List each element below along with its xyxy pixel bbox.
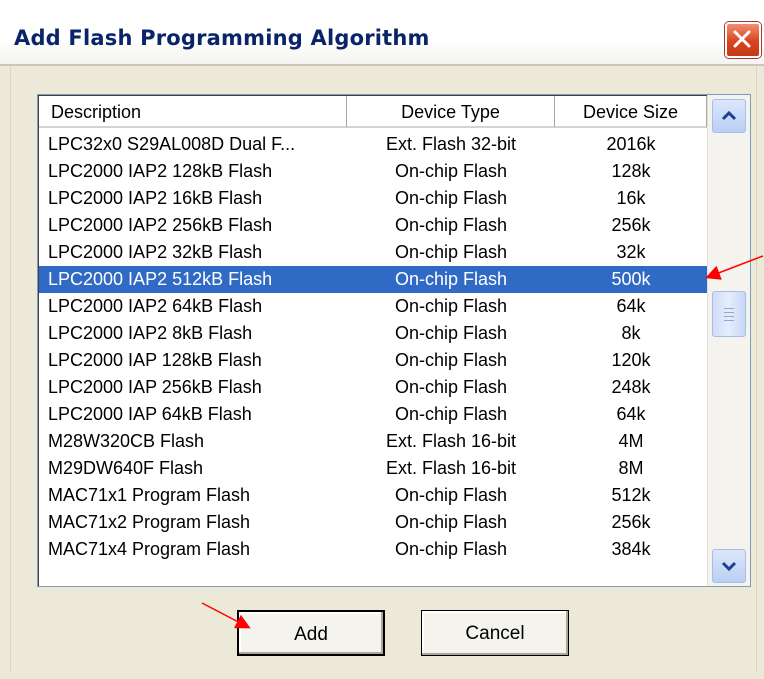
dialog-title: Add Flash Programming Algorithm	[14, 26, 430, 50]
row-device-type: On-chip Flash	[394, 377, 508, 397]
row-device-size: 16k	[616, 188, 646, 208]
row-device-type: On-chip Flash	[394, 512, 508, 532]
row-device-type: On-chip Flash	[394, 242, 508, 262]
row-device-size: 64k	[616, 404, 646, 424]
column-header-device-size[interactable]: Device Size	[555, 96, 707, 128]
row-device-size: 248k	[611, 377, 651, 397]
row-device-size: 64k	[616, 296, 646, 316]
row-device-type: On-chip Flash	[394, 215, 508, 235]
row-device-type: Ext. Flash 16-bit	[385, 431, 517, 451]
table-row[interactable]: LPC2000 IAP2 8kB Flash On-chip Flash 8k	[39, 320, 707, 347]
close-icon	[733, 30, 751, 48]
thumb-grip	[724, 308, 734, 309]
row-description: MAC71x4 Program Flash	[48, 539, 251, 559]
cancel-button[interactable]: Cancel	[421, 610, 569, 656]
row-device-size: 256k	[611, 512, 651, 532]
table-row[interactable]: LPC32x0 S29AL008D Dual F... Ext. Flash 32…	[39, 131, 707, 158]
row-device-size: 500k	[611, 269, 651, 289]
table-row[interactable]: LPC2000 IAP 64kB Flash On-chip Flash 64k	[39, 401, 707, 428]
row-device-type: On-chip Flash	[394, 404, 508, 424]
scroll-down-button[interactable]	[712, 549, 746, 583]
row-device-type: On-chip Flash	[394, 323, 508, 343]
table-row[interactable]: LPC2000 IAP2 256kB Flash On-chip Flash 256…	[39, 212, 707, 239]
row-description: MAC71x2 Program Flash	[48, 512, 251, 532]
row-device-size: 4M	[618, 431, 644, 451]
row-description: LPC2000 IAP2 32kB Flash	[48, 242, 263, 262]
row-device-size: 512k	[611, 485, 651, 505]
row-device-type: On-chip Flash	[394, 539, 508, 559]
table-row[interactable]: LPC2000 IAP2 16kB Flash On-chip Flash 16k	[39, 185, 707, 212]
row-device-size: 384k	[611, 539, 651, 559]
row-device-type: On-chip Flash	[394, 350, 508, 370]
row-description: MAC71x1 Program Flash	[48, 485, 251, 505]
row-description: LPC2000 IAP 128kB Flash	[48, 350, 262, 370]
row-device-size: 128k	[611, 161, 651, 181]
chevron-up-icon	[721, 110, 737, 121]
row-description: LPC2000 IAP2 64kB Flash	[48, 296, 263, 316]
add-button[interactable]: Add	[237, 610, 385, 656]
table-row[interactable]: LPC2000 IAP 256kB Flash On-chip Flash 248k	[39, 374, 707, 401]
row-description: LPC2000 IAP 64kB Flash	[48, 404, 252, 424]
list-rows: LPC32x0 S29AL008D Dual F... Ext. Flash 32…	[39, 131, 707, 563]
row-description: LPC2000 IAP2 256kB Flash	[48, 215, 273, 235]
row-description: LPC2000 IAP 256kB Flash	[48, 377, 262, 397]
row-device-size: 32k	[616, 242, 646, 262]
cancel-button-label: Cancel	[465, 623, 525, 644]
table-row[interactable]: M29DW640F Flash Ext. Flash 16-bit 8M	[39, 455, 707, 482]
row-device-size: 8k	[621, 323, 641, 343]
table-row[interactable]: LPC2000 IAP2 32kB Flash On-chip Flash 32k	[39, 239, 707, 266]
row-description: LPC32x0 S29AL008D Dual F...	[48, 134, 296, 154]
add-button-label: Add	[294, 624, 328, 645]
row-description: LPC2000 IAP2 8kB Flash	[48, 323, 253, 343]
row-description: M28W320CB Flash	[48, 431, 205, 451]
table-row[interactable]: M28W320CB Flash Ext. Flash 16-bit 4M	[39, 428, 707, 455]
add-flash-algorithm-dialog: Add Flash Programming Algorithm Descript…	[0, 0, 764, 679]
column-header-description[interactable]: Description	[39, 96, 347, 128]
algorithm-list[interactable]: Description Device Type Device Size LPC3…	[37, 94, 751, 587]
row-device-type: On-chip Flash	[394, 485, 508, 505]
row-device-size: 2016k	[606, 134, 656, 154]
thumb-grip	[724, 316, 734, 317]
row-description: M29DW640F Flash	[48, 458, 204, 478]
row-device-size: 8M	[618, 458, 644, 478]
thumb-grip	[724, 320, 734, 321]
vertical-scrollbar[interactable]	[707, 95, 750, 586]
scroll-up-button[interactable]	[712, 99, 746, 133]
table-row[interactable]: LPC2000 IAP2 64kB Flash On-chip Flash 64k	[39, 293, 707, 320]
row-device-type: Ext. Flash 16-bit	[385, 458, 517, 478]
row-device-type: On-chip Flash	[394, 296, 508, 316]
column-header-device-type[interactable]: Device Type	[347, 96, 555, 128]
row-device-size: 120k	[611, 350, 651, 370]
thumb-grip	[724, 312, 734, 313]
list-header: Description Device Type Device Size	[39, 96, 707, 130]
row-device-type: On-chip Flash	[394, 188, 508, 208]
table-row[interactable]: LPC2000 IAP2 512kB Flash On-chip Flash 500…	[39, 266, 707, 293]
row-device-type: On-chip Flash	[394, 161, 508, 181]
table-row[interactable]: MAC71x2 Program Flash On-chip Flash 256k	[39, 509, 707, 536]
scrollbar-thumb[interactable]	[712, 291, 746, 337]
row-description: LPC2000 IAP2 16kB Flash	[48, 188, 263, 208]
row-device-size: 256k	[611, 215, 651, 235]
chevron-down-icon	[721, 561, 737, 572]
row-device-type: Ext. Flash 32-bit	[385, 134, 517, 154]
table-row[interactable]: LPC2000 IAP 128kB Flash On-chip Flash 120k	[39, 347, 707, 374]
row-description: LPC2000 IAP2 128kB Flash	[48, 161, 273, 181]
title-bar[interactable]: Add Flash Programming Algorithm	[0, 0, 764, 66]
table-row[interactable]: MAC71x4 Program Flash On-chip Flash 384k	[39, 536, 707, 563]
table-row[interactable]: LPC2000 IAP2 128kB Flash On-chip Flash 128…	[39, 158, 707, 185]
close-button[interactable]	[725, 22, 761, 58]
row-device-type: On-chip Flash	[394, 269, 508, 289]
table-row[interactable]: MAC71x1 Program Flash On-chip Flash 512k	[39, 482, 707, 509]
row-description: LPC2000 IAP2 512kB Flash	[48, 269, 273, 289]
